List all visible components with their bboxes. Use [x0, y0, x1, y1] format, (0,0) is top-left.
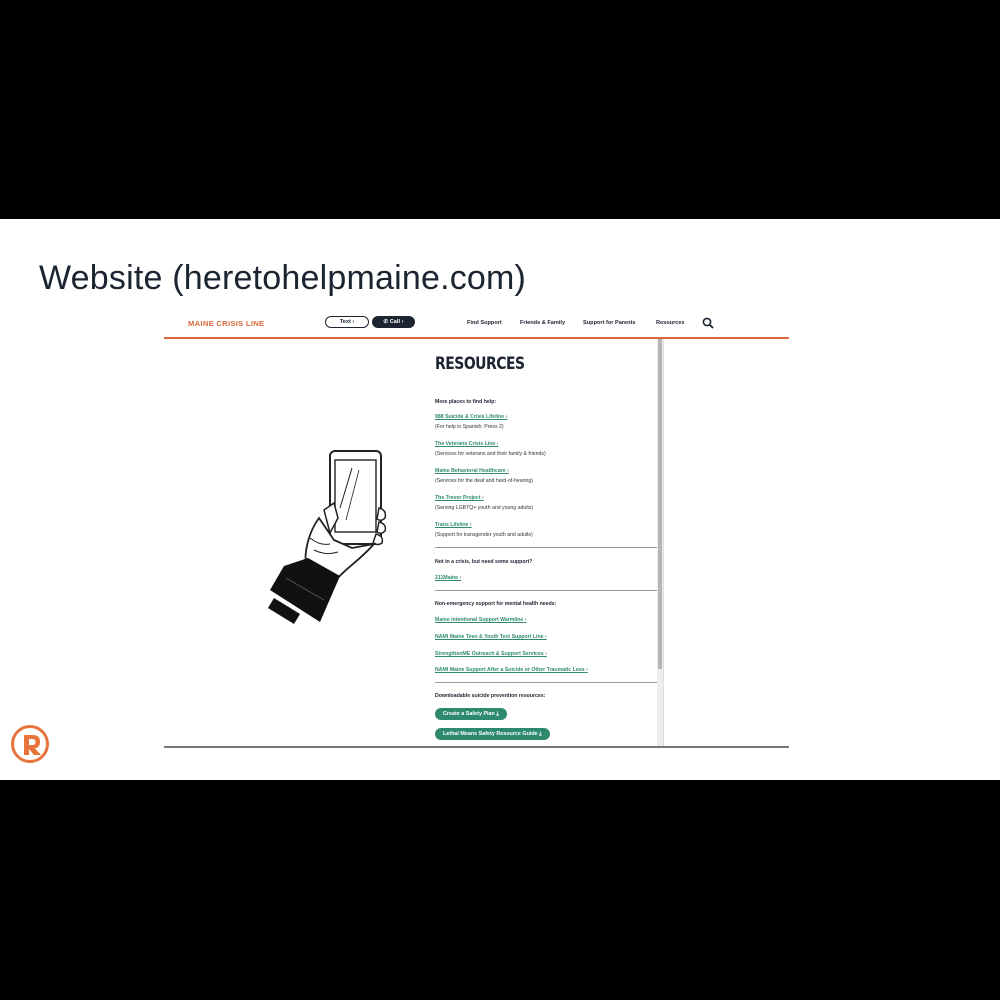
section-label-not-crisis: Not in a crisis, but need some support?: [435, 559, 533, 565]
link-211maine[interactable]: 211Maine ›: [435, 575, 461, 581]
slide: Website (heretohelpmaine.com) MAINE CRIS…: [0, 219, 1000, 780]
section-label-downloads: Downloadable suicide prevention resource…: [435, 693, 546, 699]
divider: [435, 590, 657, 591]
desc-maine-behavioral: (Services for the deaf and hard-of-heari…: [435, 478, 534, 484]
chevron-right-icon: ›: [401, 319, 404, 325]
text-button[interactable]: Text ›: [325, 316, 369, 328]
link-nami-loss-support[interactable]: NAMI Maine Support After a Suicide or Ot…: [435, 667, 588, 673]
scrollbar-thumb[interactable]: [658, 339, 662, 669]
site-brand[interactable]: MAINE CRISIS LINE: [188, 319, 264, 328]
divider: [435, 682, 657, 683]
desc-veterans-crisis: (Services for veterans and their family …: [435, 451, 546, 457]
download-icon: ⤓: [496, 711, 499, 717]
desc-988-lifeline: (For help in Spanish: Press 2): [435, 424, 504, 430]
link-strengthenme[interactable]: StrengthenME Outreach & Support Services…: [435, 651, 547, 657]
screenshot-bottom-border: [164, 746, 789, 748]
text-button-label: Text: [339, 319, 351, 325]
slide-title: Website (heretohelpmaine.com): [39, 259, 527, 297]
resources-heading: RESOURCES: [435, 354, 525, 374]
resources-section: RESOURCES More places to find help: 988 …: [435, 354, 657, 740]
link-nami-text-line[interactable]: NAMI Maine Teen & Youth Text Support Lin…: [435, 634, 547, 640]
section-label-places: More places to find help:: [435, 399, 497, 405]
lethal-means-guide-button[interactable]: Lethal Means Safety Resource Guide ⤓: [435, 728, 550, 740]
link-trevor-project[interactable]: The Trevor Project ›: [435, 495, 484, 501]
nav-friends-family[interactable]: Friends & Family: [520, 320, 565, 326]
chevron-right-icon: ›: [352, 319, 355, 325]
call-button-label: Call: [389, 319, 401, 325]
divider: [435, 547, 657, 548]
phone-icon: ✆: [383, 319, 389, 325]
content-edge: [663, 339, 664, 748]
nav-find-support[interactable]: Find Support: [467, 320, 502, 326]
create-safety-plan-button[interactable]: Create a Safety Plan ⤓: [435, 708, 507, 720]
call-button[interactable]: ✆ Call ›: [372, 316, 415, 328]
link-988-lifeline[interactable]: 988 Suicide & Crisis Lifeline ›: [435, 414, 507, 420]
nav-support-parents[interactable]: Support for Parents: [583, 320, 636, 326]
link-warmline[interactable]: Maine Intentional Support Warmline ›: [435, 617, 526, 623]
website-screenshot: MAINE CRISIS LINE Text › ✆ Call › Find S…: [164, 310, 789, 748]
link-maine-behavioral[interactable]: Maine Behavioral Healthcare ›: [435, 468, 509, 474]
desc-trevor-project: (Serving LGBTQ+ youth and young adults): [435, 505, 534, 511]
link-veterans-crisis[interactable]: The Veterans Crisis Line ›: [435, 441, 498, 447]
site-header: MAINE CRISIS LINE Text › ✆ Call › Find S…: [164, 310, 789, 339]
section-label-non-emergency: Non-emergency support for mental health …: [435, 601, 557, 607]
desc-trans-lifeline: (Support for transgender youth and adult…: [435, 532, 533, 538]
search-icon[interactable]: [702, 317, 714, 329]
logo-icon: [11, 725, 49, 763]
hand-holding-phone-illustration: [268, 450, 387, 624]
link-trans-lifeline[interactable]: Trans Lifeline ›: [435, 522, 472, 528]
download-icon: ⤓: [539, 731, 542, 737]
nav-resources[interactable]: Resources: [656, 320, 685, 326]
